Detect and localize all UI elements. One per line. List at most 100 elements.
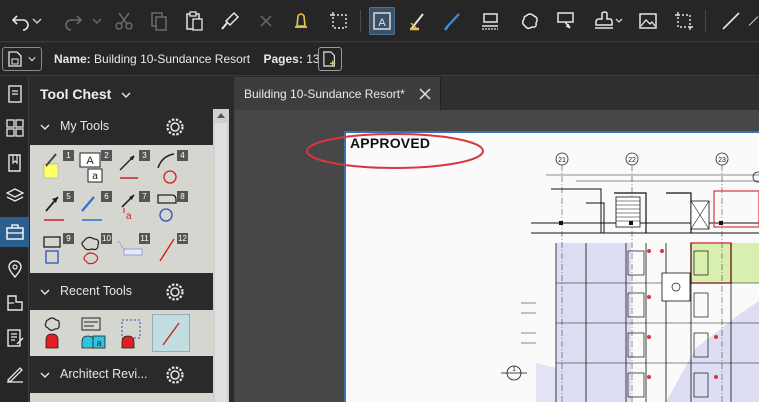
recent-tool-cloud-stamp[interactable] [38, 314, 76, 352]
tool-number: 4 [177, 150, 188, 161]
arrow-icon[interactable] [748, 7, 759, 35]
tool-number: 5 [63, 191, 74, 202]
svg-text:a: a [126, 211, 132, 222]
architect-review-grid [30, 393, 213, 402]
tool-number: 10 [101, 233, 112, 244]
side-rail [0, 77, 29, 402]
redo-dropdown-icon[interactable] [90, 7, 104, 35]
format-painter-icon[interactable] [217, 7, 243, 35]
tool-number: 3 [139, 150, 150, 161]
tool-arrow-text[interactable]: a 7 [114, 189, 152, 227]
rail-location-icon[interactable] [0, 254, 29, 284]
grid-label: 22 [628, 157, 636, 164]
tool-number: 8 [177, 191, 188, 202]
tool-callout-circle[interactable]: 8 [152, 189, 190, 227]
redo-icon[interactable] [60, 7, 86, 35]
grid-label: 23 [718, 157, 726, 164]
detail-label: 1 [512, 367, 516, 373]
copy-icon[interactable] [146, 7, 172, 35]
recent-tools-grid: a [30, 310, 213, 356]
document-name: Building 10-Sundance Resort [94, 52, 251, 66]
undo-dropdown-icon[interactable] [30, 7, 44, 35]
recent-tool-line[interactable] [152, 314, 190, 352]
tab-strip: Building 10-Sundance Resort* [234, 77, 759, 110]
highlighter-icon[interactable] [405, 7, 431, 35]
my-tools-grid: 1 Aa 2 3 4 5 6 a 7 8 9 10 11 12 [30, 145, 213, 273]
chevron-down-icon [40, 289, 50, 295]
add-page-button[interactable] [318, 47, 342, 71]
scrollbar-thumb[interactable] [215, 123, 227, 402]
rail-document-icon[interactable] [0, 79, 29, 109]
pen-icon[interactable] [440, 7, 466, 35]
section-label: My Tools [60, 119, 110, 133]
tool-line[interactable]: 12 [152, 231, 190, 269]
image-icon[interactable] [635, 7, 661, 35]
gear-icon[interactable] [164, 116, 186, 138]
tab-label: Building 10-Sundance Resort* [244, 87, 405, 101]
tool-text-box[interactable]: Aa 2 [76, 148, 114, 186]
chevron-down-icon [121, 92, 131, 99]
tool-highlight[interactable]: 1 [38, 148, 76, 186]
tab-building-10[interactable]: Building 10-Sundance Resort* [234, 77, 441, 110]
chevron-down-icon [40, 124, 50, 130]
text-box-icon[interactable]: A [369, 7, 395, 35]
tool-callout[interactable]: 3 [114, 148, 152, 186]
select-area-icon[interactable] [326, 7, 352, 35]
rail-markups-list-icon[interactable] [0, 323, 29, 353]
chevron-down-icon [28, 57, 36, 62]
bell-icon[interactable] [288, 7, 314, 35]
section-header-architect-review[interactable]: Architect Revi... [30, 357, 213, 393]
tool-number: 2 [101, 150, 112, 161]
close-icon[interactable] [418, 87, 432, 101]
tool-rectangle[interactable]: 9 [38, 231, 76, 269]
crop-icon[interactable] [671, 7, 697, 35]
rail-signature-icon[interactable] [0, 359, 29, 389]
chevron-down-icon [40, 372, 50, 378]
tool-pen[interactable]: 6 [76, 189, 114, 227]
stamp-icon[interactable] [590, 7, 626, 35]
tool-chest-title[interactable]: Tool Chest [40, 86, 131, 102]
delete-icon[interactable] [253, 7, 279, 35]
tool-number: 6 [101, 191, 112, 202]
callout-icon[interactable] [477, 7, 503, 35]
panel-scrollbar[interactable] [213, 109, 229, 402]
file-menu-button[interactable] [2, 47, 42, 71]
svg-text:a: a [92, 171, 98, 182]
section-label: Recent Tools [60, 284, 133, 298]
cloud-icon[interactable] [517, 7, 543, 35]
rail-layers-icon[interactable] [0, 181, 29, 211]
pages-label: Pages: [263, 52, 303, 66]
line-icon[interactable] [718, 7, 744, 35]
rail-spaces-icon[interactable] [0, 288, 29, 318]
tool-number: 11 [139, 233, 150, 244]
scroll-up-icon[interactable] [217, 113, 225, 118]
section-header-recent-tools[interactable]: Recent Tools [30, 274, 213, 310]
tool-arrow[interactable]: 5 [38, 189, 76, 227]
paste-icon[interactable] [181, 7, 207, 35]
document-info: Name: Building 10-Sundance Resort Pages:… [54, 52, 320, 66]
rail-tool-chest-icon[interactable] [0, 217, 29, 247]
gear-icon[interactable] [164, 364, 186, 386]
document-area: Building 10-Sundance Resort* APPROVED 21… [234, 77, 759, 402]
tool-chest-title-label: Tool Chest [40, 86, 112, 102]
recent-tool-text-stamp[interactable]: a [76, 314, 114, 352]
add-page-icon [323, 51, 336, 67]
tool-dimension[interactable]: 11 [114, 231, 152, 269]
rail-bookmarks-icon[interactable] [0, 148, 29, 178]
tool-number: 9 [63, 233, 74, 244]
tool-number: 12 [177, 233, 188, 244]
cut-icon[interactable] [111, 7, 137, 35]
rail-thumbnails-icon[interactable] [0, 113, 29, 143]
approved-cloud-markup[interactable] [300, 126, 490, 176]
recent-tool-area-stamp[interactable] [114, 314, 152, 352]
tool-cloud[interactable]: 10 [76, 231, 114, 269]
arrow-callout-icon[interactable] [553, 7, 579, 35]
section-header-my-tools[interactable]: My Tools [30, 109, 213, 145]
main-toolbar: A [0, 0, 759, 42]
section-label: Architect Revi... [60, 367, 148, 381]
name-label: Name: [54, 52, 91, 66]
svg-text:A: A [86, 155, 94, 167]
svg-text:A: A [378, 17, 386, 29]
tool-arc[interactable]: 4 [152, 148, 190, 186]
gear-icon[interactable] [164, 281, 186, 303]
